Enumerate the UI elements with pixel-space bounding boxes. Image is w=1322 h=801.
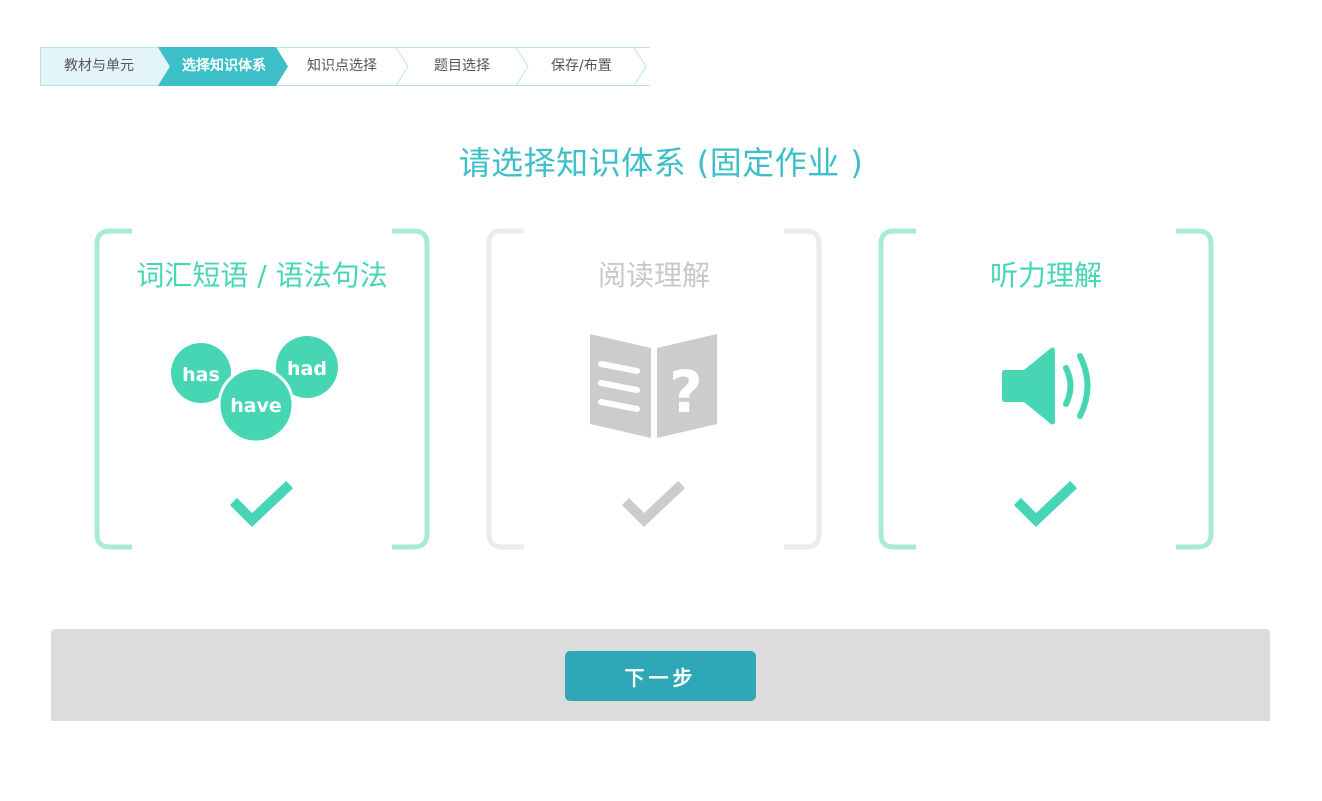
page-title: 请选择知识体系 (固定作业 ) xyxy=(458,144,864,182)
checkmark-icon xyxy=(229,480,294,527)
question-glyph: ? xyxy=(669,358,703,426)
speaker-icon xyxy=(1002,347,1091,425)
step-textbook-unit[interactable]: 教材与单元 xyxy=(64,47,134,86)
card-reading-comprehension[interactable]: 阅读理解 ? xyxy=(486,228,822,550)
book-question-icon: ? xyxy=(590,334,717,438)
card-title: 听力理解 xyxy=(989,259,1102,292)
card-title: 阅读理解 xyxy=(597,259,710,292)
word-have: have xyxy=(230,395,282,417)
step-question-select[interactable]: 题目选择 xyxy=(434,47,490,86)
progress-stepper: 教材与单元 选择知识体系 知识点选择 题目选择 保存/布置 xyxy=(40,47,650,86)
word-bubbles-icon: has had have xyxy=(171,336,338,444)
checkmark-icon xyxy=(621,480,686,527)
step-knowledge-point[interactable]: 知识点选择 xyxy=(307,47,377,86)
word-had: had xyxy=(287,358,327,380)
step-select-knowledge-system[interactable]: 选择知识体系 xyxy=(182,47,266,86)
card-listening-comprehension[interactable]: 听力理解 xyxy=(878,228,1214,550)
word-has: has xyxy=(182,364,220,386)
card-title: 词汇短语 / 语法句法 xyxy=(136,259,388,292)
step-save-assign[interactable]: 保存/布置 xyxy=(551,47,612,86)
card-vocabulary-grammar[interactable]: 词汇短语 / 语法句法 has had have xyxy=(94,228,430,550)
checkmark-icon xyxy=(1013,480,1078,527)
next-step-button[interactable]: 下一步 xyxy=(565,651,756,701)
